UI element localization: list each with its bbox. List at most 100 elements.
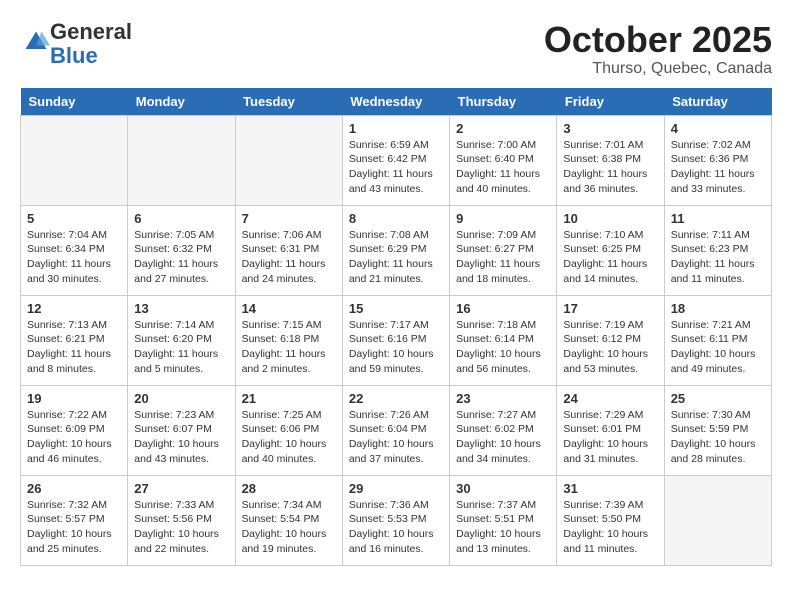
day-info: Sunrise: 7:32 AM Sunset: 5:57 PM Dayligh… [27,498,121,557]
calendar-week-row: 5 Sunrise: 7:04 AM Sunset: 6:34 PM Dayli… [21,205,772,295]
calendar-cell: 31 Sunrise: 7:39 AM Sunset: 5:50 PM Dayl… [557,475,664,565]
day-number: 28 [242,481,336,496]
calendar-cell: 6 Sunrise: 7:05 AM Sunset: 6:32 PM Dayli… [128,205,235,295]
day-number: 24 [563,391,657,406]
day-number: 17 [563,301,657,316]
calendar-cell [21,115,128,205]
calendar-cell [235,115,342,205]
day-info: Sunrise: 7:17 AM Sunset: 6:16 PM Dayligh… [349,318,443,377]
logo-general-text: General [50,19,132,44]
day-info: Sunrise: 7:29 AM Sunset: 6:01 PM Dayligh… [563,408,657,467]
calendar-cell: 18 Sunrise: 7:21 AM Sunset: 6:11 PM Dayl… [664,295,771,385]
calendar-cell: 17 Sunrise: 7:19 AM Sunset: 6:12 PM Dayl… [557,295,664,385]
day-number: 10 [563,211,657,226]
day-info: Sunrise: 7:36 AM Sunset: 5:53 PM Dayligh… [349,498,443,557]
month-year: October 2025 [544,20,772,60]
day-number: 6 [134,211,228,226]
calendar-cell: 25 Sunrise: 7:30 AM Sunset: 5:59 PM Dayl… [664,385,771,475]
calendar-week-row: 1 Sunrise: 6:59 AM Sunset: 6:42 PM Dayli… [21,115,772,205]
day-info: Sunrise: 7:13 AM Sunset: 6:21 PM Dayligh… [27,318,121,377]
day-number: 3 [563,121,657,136]
day-info: Sunrise: 7:39 AM Sunset: 5:50 PM Dayligh… [563,498,657,557]
calendar-cell [664,475,771,565]
day-info: Sunrise: 7:22 AM Sunset: 6:09 PM Dayligh… [27,408,121,467]
day-number: 4 [671,121,765,136]
calendar-cell: 12 Sunrise: 7:13 AM Sunset: 6:21 PM Dayl… [21,295,128,385]
day-info: Sunrise: 7:02 AM Sunset: 6:36 PM Dayligh… [671,138,765,197]
day-number: 5 [27,211,121,226]
logo-blue-text: Blue [50,43,98,68]
day-info: Sunrise: 7:26 AM Sunset: 6:04 PM Dayligh… [349,408,443,467]
calendar-cell: 29 Sunrise: 7:36 AM Sunset: 5:53 PM Dayl… [342,475,449,565]
day-number: 13 [134,301,228,316]
calendar-week-row: 19 Sunrise: 7:22 AM Sunset: 6:09 PM Dayl… [21,385,772,475]
day-of-week-header: Saturday [664,88,771,116]
calendar-cell: 19 Sunrise: 7:22 AM Sunset: 6:09 PM Dayl… [21,385,128,475]
calendar-cell: 21 Sunrise: 7:25 AM Sunset: 6:06 PM Dayl… [235,385,342,475]
day-info: Sunrise: 7:23 AM Sunset: 6:07 PM Dayligh… [134,408,228,467]
calendar-cell: 7 Sunrise: 7:06 AM Sunset: 6:31 PM Dayli… [235,205,342,295]
day-info: Sunrise: 7:33 AM Sunset: 5:56 PM Dayligh… [134,498,228,557]
day-of-week-header: Thursday [450,88,557,116]
calendar-cell: 23 Sunrise: 7:27 AM Sunset: 6:02 PM Dayl… [450,385,557,475]
day-number: 27 [134,481,228,496]
calendar-cell: 20 Sunrise: 7:23 AM Sunset: 6:07 PM Dayl… [128,385,235,475]
calendar-cell: 22 Sunrise: 7:26 AM Sunset: 6:04 PM Dayl… [342,385,449,475]
calendar-cell: 27 Sunrise: 7:33 AM Sunset: 5:56 PM Dayl… [128,475,235,565]
day-of-week-header: Monday [128,88,235,116]
calendar-week-row: 26 Sunrise: 7:32 AM Sunset: 5:57 PM Dayl… [21,475,772,565]
calendar-cell: 26 Sunrise: 7:32 AM Sunset: 5:57 PM Dayl… [21,475,128,565]
calendar-cell: 4 Sunrise: 7:02 AM Sunset: 6:36 PM Dayli… [664,115,771,205]
day-info: Sunrise: 7:11 AM Sunset: 6:23 PM Dayligh… [671,228,765,287]
calendar-cell: 10 Sunrise: 7:10 AM Sunset: 6:25 PM Dayl… [557,205,664,295]
calendar-cell: 2 Sunrise: 7:00 AM Sunset: 6:40 PM Dayli… [450,115,557,205]
calendar-cell: 15 Sunrise: 7:17 AM Sunset: 6:16 PM Dayl… [342,295,449,385]
day-info: Sunrise: 7:10 AM Sunset: 6:25 PM Dayligh… [563,228,657,287]
calendar-cell: 30 Sunrise: 7:37 AM Sunset: 5:51 PM Dayl… [450,475,557,565]
calendar-cell: 14 Sunrise: 7:15 AM Sunset: 6:18 PM Dayl… [235,295,342,385]
day-info: Sunrise: 7:30 AM Sunset: 5:59 PM Dayligh… [671,408,765,467]
header: General Blue October 2025 Thurso, Quebec… [20,20,772,78]
day-number: 30 [456,481,550,496]
day-info: Sunrise: 7:08 AM Sunset: 6:29 PM Dayligh… [349,228,443,287]
day-info: Sunrise: 7:19 AM Sunset: 6:12 PM Dayligh… [563,318,657,377]
day-number: 25 [671,391,765,406]
day-of-week-header: Wednesday [342,88,449,116]
calendar-cell [128,115,235,205]
day-number: 18 [671,301,765,316]
day-info: Sunrise: 7:37 AM Sunset: 5:51 PM Dayligh… [456,498,550,557]
day-info: Sunrise: 7:00 AM Sunset: 6:40 PM Dayligh… [456,138,550,197]
day-number: 19 [27,391,121,406]
calendar-cell: 24 Sunrise: 7:29 AM Sunset: 6:01 PM Dayl… [557,385,664,475]
day-info: Sunrise: 7:09 AM Sunset: 6:27 PM Dayligh… [456,228,550,287]
logo: General Blue [20,20,132,68]
day-number: 8 [349,211,443,226]
calendar-cell: 13 Sunrise: 7:14 AM Sunset: 6:20 PM Dayl… [128,295,235,385]
day-number: 1 [349,121,443,136]
day-info: Sunrise: 7:14 AM Sunset: 6:20 PM Dayligh… [134,318,228,377]
day-number: 16 [456,301,550,316]
calendar-cell: 16 Sunrise: 7:18 AM Sunset: 6:14 PM Dayl… [450,295,557,385]
calendar-cell: 28 Sunrise: 7:34 AM Sunset: 5:54 PM Dayl… [235,475,342,565]
calendar-week-row: 12 Sunrise: 7:13 AM Sunset: 6:21 PM Dayl… [21,295,772,385]
day-info: Sunrise: 7:34 AM Sunset: 5:54 PM Dayligh… [242,498,336,557]
day-info: Sunrise: 7:25 AM Sunset: 6:06 PM Dayligh… [242,408,336,467]
day-number: 15 [349,301,443,316]
day-of-week-header: Friday [557,88,664,116]
calendar-cell: 5 Sunrise: 7:04 AM Sunset: 6:34 PM Dayli… [21,205,128,295]
calendar-cell: 8 Sunrise: 7:08 AM Sunset: 6:29 PM Dayli… [342,205,449,295]
day-info: Sunrise: 7:01 AM Sunset: 6:38 PM Dayligh… [563,138,657,197]
day-info: Sunrise: 7:27 AM Sunset: 6:02 PM Dayligh… [456,408,550,467]
day-number: 29 [349,481,443,496]
day-number: 20 [134,391,228,406]
day-number: 14 [242,301,336,316]
logo-icon [22,28,50,56]
day-number: 31 [563,481,657,496]
day-info: Sunrise: 7:05 AM Sunset: 6:32 PM Dayligh… [134,228,228,287]
title-area: October 2025 Thurso, Quebec, Canada [544,20,772,78]
calendar-cell: 11 Sunrise: 7:11 AM Sunset: 6:23 PM Dayl… [664,205,771,295]
day-of-week-header: Sunday [21,88,128,116]
day-info: Sunrise: 7:15 AM Sunset: 6:18 PM Dayligh… [242,318,336,377]
day-number: 2 [456,121,550,136]
day-info: Sunrise: 7:04 AM Sunset: 6:34 PM Dayligh… [27,228,121,287]
